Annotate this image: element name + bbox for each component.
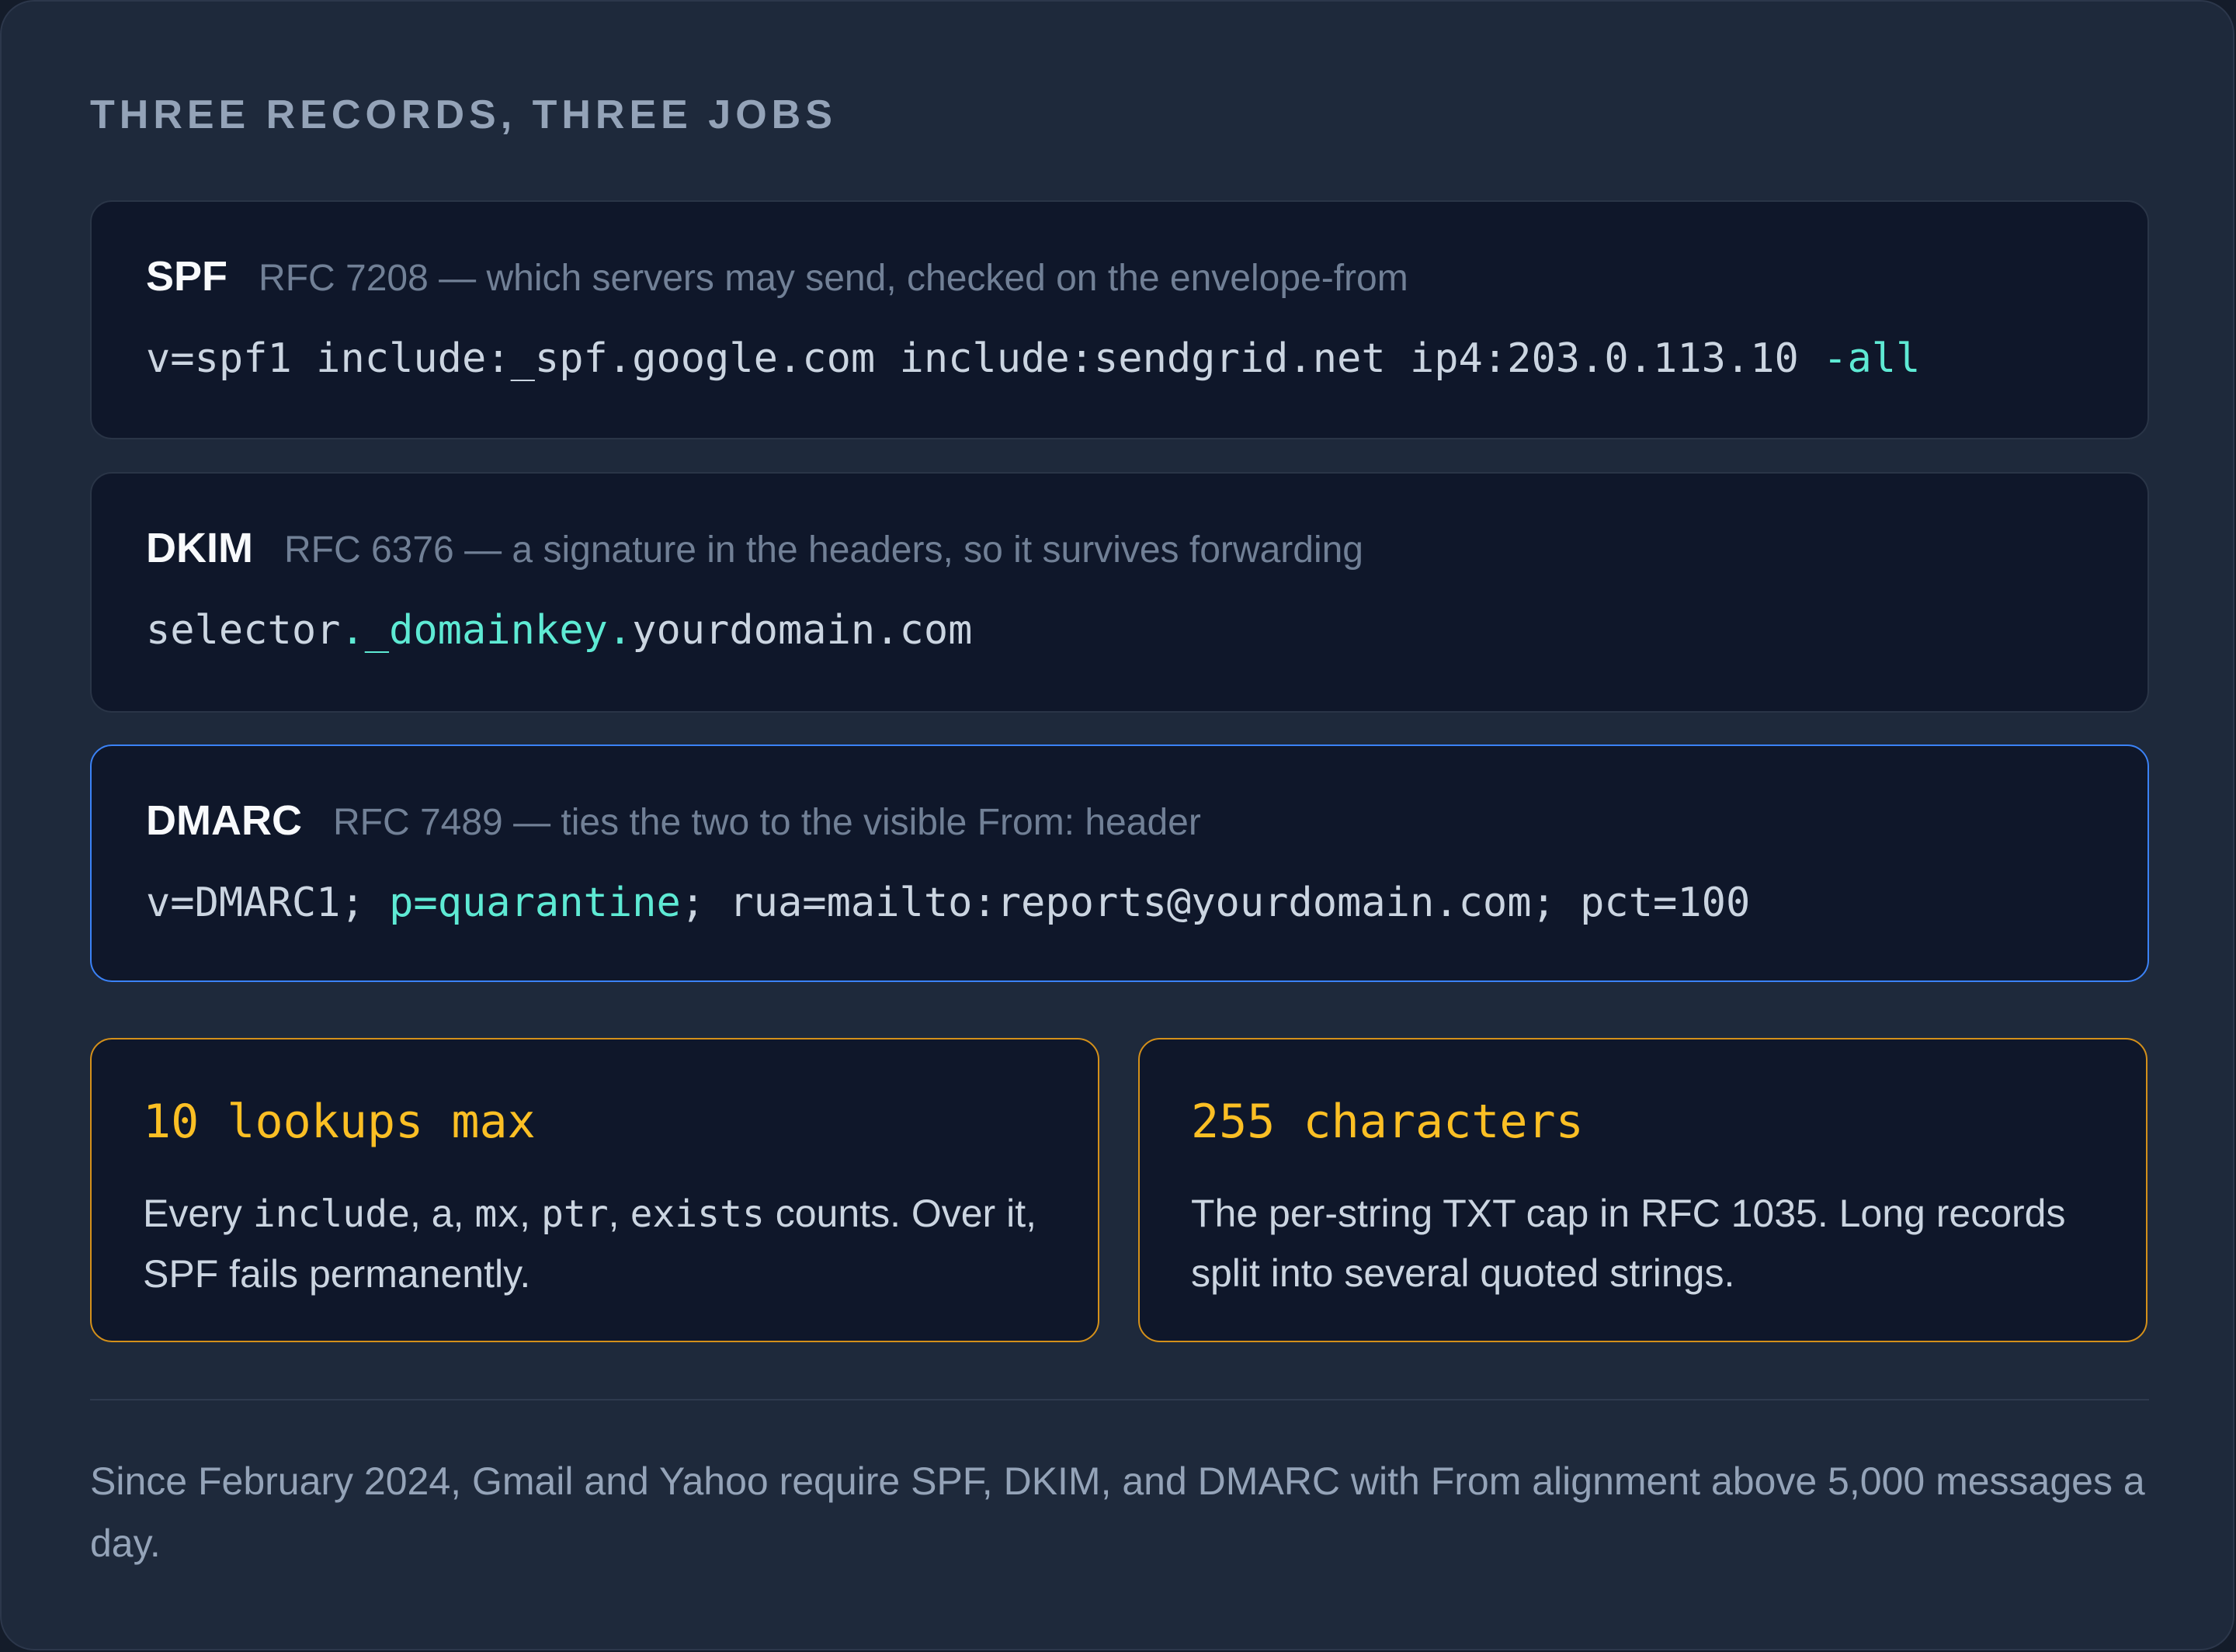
record-card-dkim: DKIM RFC 6376 — a signature in the header… [90, 472, 2149, 713]
divider [90, 1399, 2149, 1400]
stat-description: The per-string TXT cap in RFC 1035. Long… [1191, 1192, 2066, 1295]
record-code: selector._domainkey.yourdomain.com [146, 604, 972, 657]
code-text: yourdomain.com [632, 607, 973, 654]
record-description: RFC 6376 — a signature in the headers, s… [283, 529, 1363, 571]
stat-text-part: , a, [410, 1192, 475, 1235]
stat-description: Every include, a, mx, ptr, exists counts… [143, 1184, 1059, 1304]
stat-code-term: mx [474, 1192, 520, 1236]
record-description: RFC 7208 — which servers may send, check… [259, 258, 1408, 299]
record-title-row: SPF RFC 7208 — which servers may send, ch… [146, 250, 1408, 314]
code-highlight: -all [1823, 335, 1921, 382]
record-name: DKIM [146, 525, 253, 571]
record-name: DMARC [146, 797, 302, 844]
panel-heading: THREE RECORDS, THREE JOBS [90, 92, 837, 137]
code-highlight: ._domainkey. [340, 607, 633, 654]
footer-note: Since February 2024, Gmail and Yahoo req… [90, 1459, 2145, 1565]
record-title-row: DMARC RFC 7489 — ties the two to the visi… [146, 794, 1201, 858]
code-highlight: p=quarantine [389, 880, 681, 926]
stat-text-part: Every [143, 1192, 253, 1235]
record-title-row: DKIM RFC 6376 — a signature in the header… [146, 522, 1363, 585]
stat-code-term: ptr [540, 1192, 609, 1236]
code-text: v=spf1 include:_spf.google.com include:s… [146, 335, 1824, 382]
stat-text-part: , [519, 1192, 541, 1235]
stat-value: 10 lookups max [143, 1095, 536, 1149]
record-code: v=DMARC1; p=quarantine; rua=mailto:repor… [146, 876, 1750, 929]
record-code: v=spf1 include:_spf.google.com include:s… [146, 332, 1920, 385]
stat-card-lookups: 10 lookups max Every include, a, mx, ptr… [90, 1038, 1099, 1342]
stat-code-term: include [252, 1192, 410, 1236]
record-description: RFC 7489 — ties the two to the visible F… [332, 802, 1201, 843]
record-card-spf: SPF RFC 7208 — which servers may send, ch… [90, 200, 2149, 439]
stat-code-term: exists [630, 1192, 765, 1236]
code-text: v=DMARC1; [146, 880, 390, 926]
stat-value: 255 characters [1191, 1095, 1584, 1149]
record-card-dmarc: DMARC RFC 7489 — ties the two to the visi… [90, 744, 2149, 982]
record-name: SPF [146, 253, 228, 300]
stat-text-part: , [608, 1192, 630, 1235]
code-text: ; rua=mailto:reports@yourdomain.com; pct… [680, 880, 1751, 926]
stat-card-characters: 255 characters The per-string TXT cap in… [1138, 1038, 2147, 1342]
records-panel: THREE RECORDS, THREE JOBS SPF RFC 7208 — … [0, 0, 2234, 1650]
code-text: selector [146, 607, 341, 654]
